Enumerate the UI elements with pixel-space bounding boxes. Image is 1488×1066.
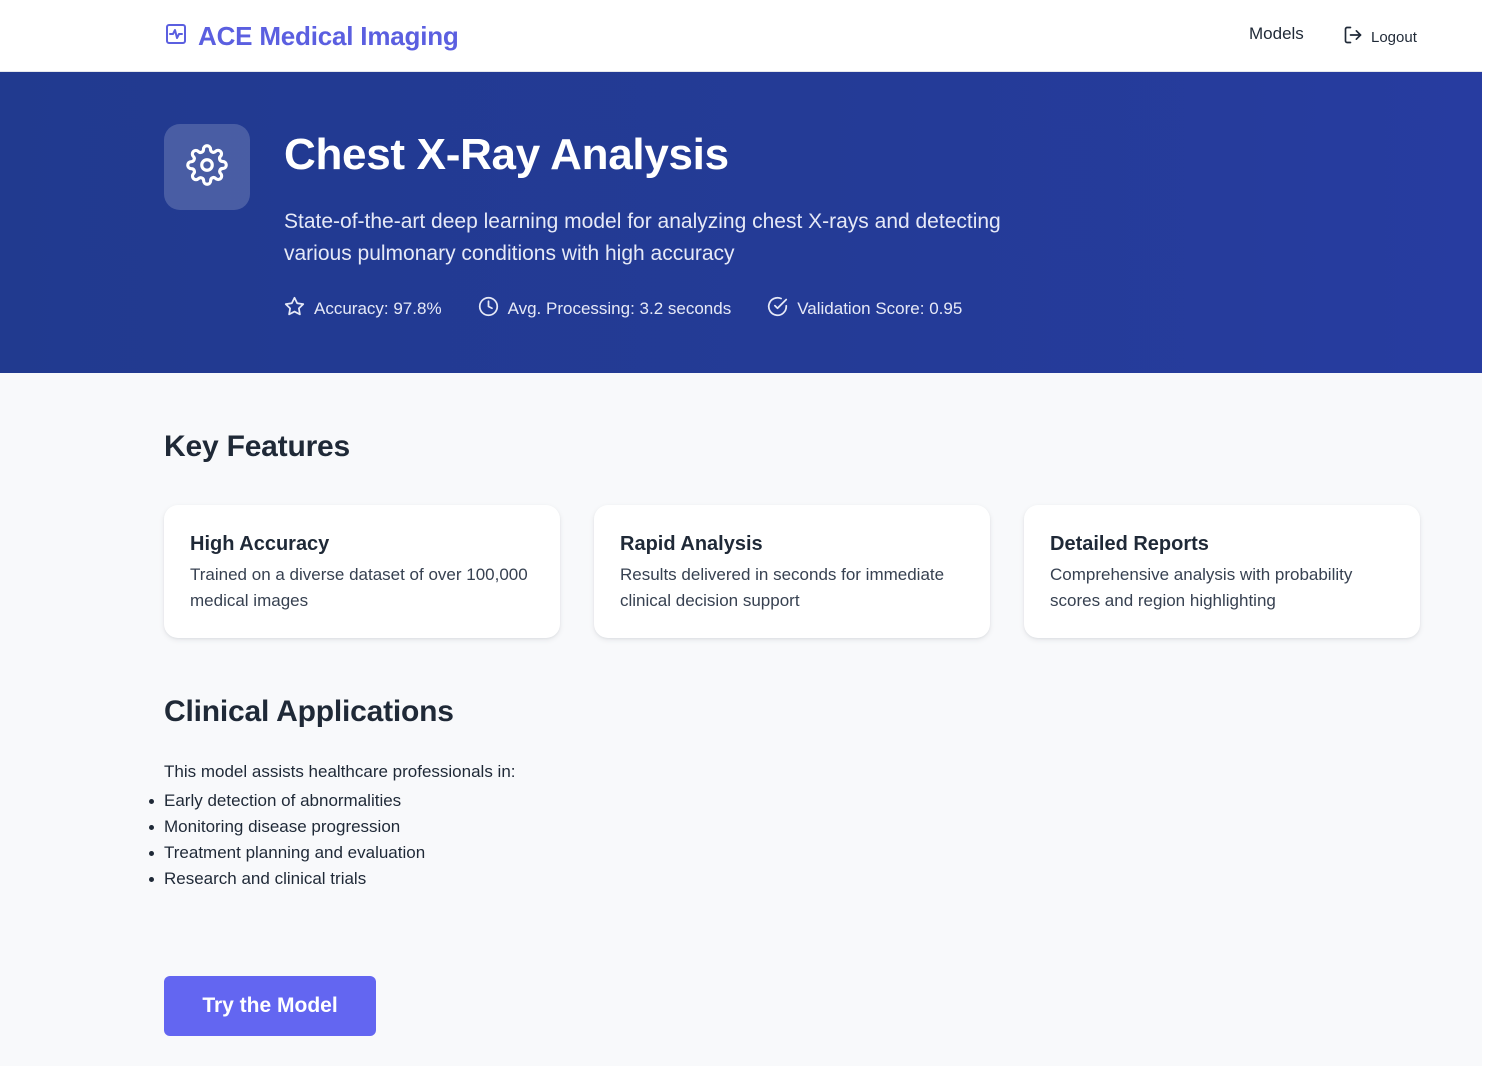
logout-label: Logout	[1371, 28, 1417, 46]
stat-validation-label: Validation Score: 0.95	[797, 299, 963, 318]
page-title: Chest X-Ray Analysis	[284, 130, 729, 179]
list-item: Treatment planning and evaluation	[148, 840, 425, 866]
stat-processing: Avg. Processing: 3.2 seconds	[478, 296, 732, 322]
top-navigation-bar: ACE Medical Imaging Models Logout	[0, 0, 1482, 72]
feature-card-title: Detailed Reports	[1050, 533, 1209, 555]
model-stats: Accuracy: 97.8% Avg. Processing: 3.2 sec…	[284, 296, 962, 322]
stat-accuracy-label: Accuracy: 97.8%	[314, 299, 442, 318]
model-description: State-of-the-art deep learning model for…	[284, 210, 1001, 265]
gear-icon	[186, 143, 228, 191]
window-edge	[1482, 0, 1488, 1066]
try-model-button[interactable]: Try the Model	[164, 976, 376, 1036]
feature-card: Detailed Reports Comprehensive analysis …	[1024, 505, 1420, 638]
feature-card-title: High Accuracy	[190, 533, 330, 555]
feature-card: Rapid Analysis Results delivered in seco…	[594, 505, 990, 638]
star-icon	[284, 296, 305, 322]
activity-icon	[164, 22, 188, 51]
model-hero-banner: Chest X-Ray Analysis State-of-the-art de…	[0, 72, 1482, 373]
feature-card-description: Trained on a diverse dataset of over 100…	[190, 565, 528, 610]
feature-card-description: Comprehensive analysis with probability …	[1050, 565, 1353, 610]
list-item: Monitoring disease progression	[148, 814, 425, 840]
clinical-applications-list: Early detection of abnormalities Monitor…	[148, 788, 425, 892]
list-item: Research and clinical trials	[148, 866, 425, 892]
list-item: Early detection of abnormalities	[148, 788, 425, 814]
clock-icon	[478, 296, 499, 322]
clinical-intro-text: This model assists healthcare profession…	[164, 762, 516, 781]
feature-card-description: Results delivered in seconds for immedia…	[620, 565, 945, 610]
logout-button[interactable]: Logout	[1343, 25, 1417, 49]
brand-logo-link[interactable]: ACE Medical Imaging	[164, 18, 459, 54]
feature-cards: High Accuracy Trained on a diverse datas…	[164, 505, 1420, 638]
stat-processing-label: Avg. Processing: 3.2 seconds	[507, 299, 732, 318]
feature-card: High Accuracy Trained on a diverse datas…	[164, 505, 560, 638]
model-icon-tile	[164, 124, 250, 210]
clinical-applications-heading: Clinical Applications	[164, 695, 454, 728]
brand-title: ACE Medical Imaging	[198, 20, 459, 51]
stat-accuracy: Accuracy: 97.8%	[284, 296, 442, 322]
nav-models-link[interactable]: Models	[1249, 24, 1304, 44]
page: ACE Medical Imaging Models Logout Chest …	[0, 0, 1482, 1066]
feature-card-title: Rapid Analysis	[620, 533, 763, 555]
stat-validation: Validation Score: 0.95	[767, 296, 962, 322]
logout-icon	[1343, 25, 1363, 49]
check-circle-icon	[767, 296, 788, 322]
key-features-heading: Key Features	[164, 430, 351, 463]
